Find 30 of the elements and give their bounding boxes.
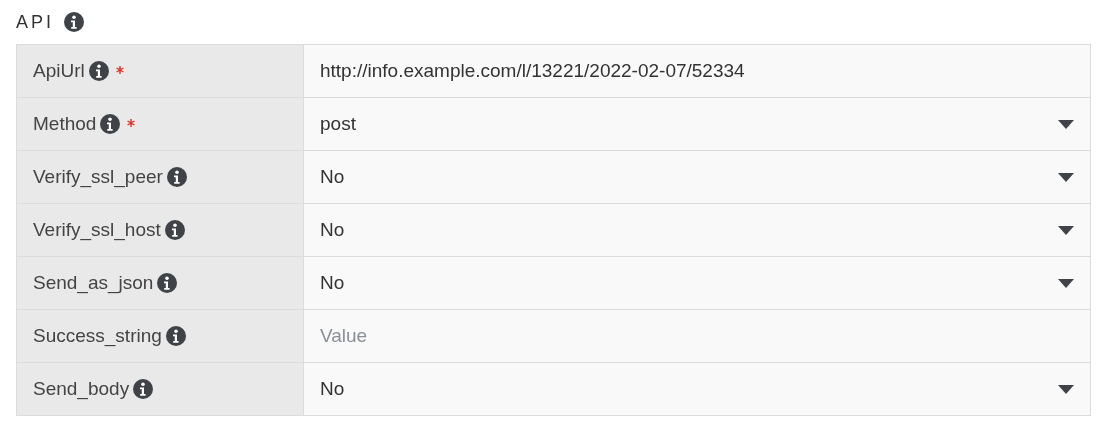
- caret-icon: [1058, 172, 1074, 182]
- field-label: Send_as_json: [33, 272, 154, 294]
- caret-icon: [1058, 384, 1074, 394]
- field-label: Method: [33, 113, 97, 135]
- info-icon[interactable]: [166, 167, 187, 187]
- info-icon[interactable]: [88, 61, 109, 81]
- select-field[interactable]: No: [304, 204, 1090, 256]
- field-label: Success_string: [33, 325, 162, 347]
- field-label: ApiUrl: [33, 60, 85, 82]
- select-field[interactable]: post: [304, 98, 1090, 150]
- asterisk-icon: [115, 66, 124, 74]
- input-field[interactable]: Value: [304, 310, 1090, 362]
- info-icon[interactable]: [165, 326, 186, 346]
- select-field[interactable]: No: [304, 257, 1090, 309]
- info-icon[interactable]: [157, 273, 178, 293]
- select-field[interactable]: No: [304, 363, 1090, 415]
- info-icon[interactable]: [64, 12, 84, 32]
- asterisk-icon: [127, 119, 136, 127]
- info-icon[interactable]: [100, 114, 121, 134]
- info-icon[interactable]: [133, 379, 154, 399]
- caret-icon: [1058, 119, 1074, 129]
- caret-icon: [1058, 225, 1074, 235]
- info-icon[interactable]: [164, 220, 185, 240]
- field-label: Verify_ssl_peer: [33, 166, 163, 188]
- field-label: Send_body: [33, 378, 130, 400]
- field-label: Verify_ssl_host: [33, 219, 161, 241]
- select-field[interactable]: No: [304, 151, 1090, 203]
- caret-icon: [1058, 278, 1074, 288]
- section-title: API: [16, 11, 54, 33]
- input-field[interactable]: http://info.example.com/l/13221/2022-02-07/52334: [304, 45, 1090, 97]
